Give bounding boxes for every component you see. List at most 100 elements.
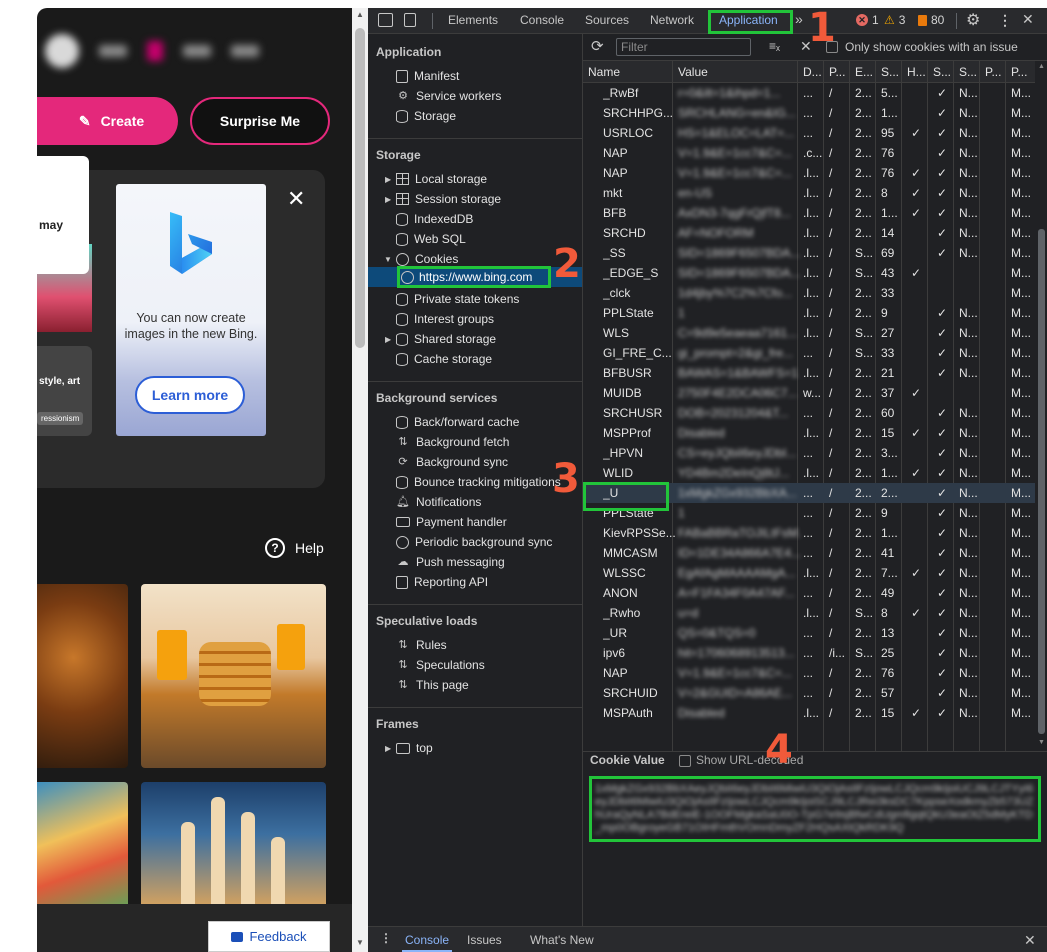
cookie-filter-input[interactable]: Filter	[616, 38, 751, 56]
table-row[interactable]: BFB AxDN3-7qgFrQjfT8... .l... / 2... 1... ✓ ✓ N.…	[583, 203, 1035, 223]
table-row[interactable]: MSPProf Disabled .l... / 2... 15 ✓ ✓ N... M...	[583, 423, 1035, 443]
create-button[interactable]: ✎ Create	[37, 97, 178, 145]
table-row[interactable]: SRCHUID V=2&GUID=A86AE...... / 2... 57 ✓ N... M…	[583, 683, 1035, 703]
sidebar-item-speculations[interactable]: ⇅ Speculations	[396, 655, 484, 675]
device-toolbar-icon[interactable]	[404, 13, 416, 27]
table-row[interactable]: MUIDB 2750F4E2DCA06C7... w... / 2... 37 ✓ M...	[583, 383, 1035, 403]
table-row[interactable]: _UR QS=0&TQS=0... / 2... 13 ✓ N... M...	[583, 623, 1035, 643]
scroll-down-icon[interactable]: ▼	[1038, 739, 1045, 746]
style-card[interactable]: style, art ressionism	[37, 346, 92, 436]
sidebar-item-session-storage[interactable]: Session storage	[396, 189, 501, 209]
collapse-arrow-icon[interactable]: ▼	[384, 255, 392, 264]
col-httponly[interactable]: H...	[907, 65, 926, 79]
table-row[interactable]: _RwBf r=0&ilt=1&ihpd=1...... / 2... 5... ✓ N..…	[583, 83, 1035, 103]
more-tabs-icon[interactable]: »	[795, 11, 803, 27]
sidebar-item-interest-groups[interactable]: Interest groups	[396, 309, 494, 329]
drawer-tab-issues[interactable]: Issues	[467, 933, 502, 947]
sidebar-item-this-page[interactable]: ⇅ This page	[396, 675, 468, 695]
table-row[interactable]: WLS C=9d9e5eaeaa7161... .l... / S... 27 ✓ N... M…	[583, 323, 1035, 343]
col-value[interactable]: Value	[678, 65, 708, 79]
sidebar-item-shared-storage[interactable]: Shared storage	[396, 329, 496, 349]
table-row[interactable]: NAP V=1.9&E=1cc7&C=...... / 2... 76 ✓ N... M...	[583, 663, 1035, 683]
generated-image-cornucopia[interactable]	[37, 584, 128, 768]
more-options-icon[interactable]: ⋮	[998, 12, 1012, 29]
table-row[interactable]: SRCHHPG... SRCHLANG=en&IG...... / 2... 1... ✓…	[583, 103, 1035, 123]
sidebar-item-bounce-tracking[interactable]: Bounce tracking mitigations	[396, 472, 561, 492]
sidebar-item-payment-handler[interactable]: Payment handler	[396, 512, 507, 532]
table-row[interactable]: _HPVN CS=eyJQbiI6eyJDbI...... / 2... 3... ✓ N.…	[583, 443, 1035, 463]
table-row[interactable]: NAP V=1.9&E=1cc7&C=... .l... / 2... 76 ✓ ✓ N... M…	[583, 163, 1035, 183]
generated-image-city[interactable]	[141, 782, 326, 912]
sidebar-item-cache-storage[interactable]: Cache storage	[396, 349, 492, 369]
scroll-up-icon[interactable]: ▲	[1038, 63, 1045, 70]
warning-counter[interactable]: ⚠ 3	[884, 13, 905, 27]
sidebar-item-local-storage[interactable]: Local storage	[396, 169, 487, 189]
expand-arrow-icon[interactable]: ▶	[385, 335, 391, 344]
table-row[interactable]: _Rwho u=d .l... / S... 8 ✓ ✓ N... M...	[583, 603, 1035, 623]
table-row[interactable]: _clck 1d4jby%7C2%7Cfo... .l... / 2... 33 M...	[583, 283, 1035, 303]
table-row[interactable]: GI_FRE_C... gi_prompt=2&gi_fre...... / S...…	[583, 343, 1035, 363]
tab-elements[interactable]: Elements	[448, 13, 498, 27]
scrollbar-thumb[interactable]	[355, 28, 365, 348]
clear-filtered-cookies-icon[interactable]: ≡ₓ	[769, 39, 780, 53]
sidebar-item-reporting-api[interactable]: Reporting API	[396, 572, 488, 592]
avatar[interactable]	[45, 34, 79, 68]
sidebar-item-service-workers[interactable]: ⚙ Service workers	[396, 86, 501, 106]
table-row[interactable]: MSPAuth Disabled .l... / 2... 15 ✓ ✓ N... M...	[583, 703, 1035, 723]
sidebar-item-background-fetch[interactable]: ⇅ Background fetch	[396, 432, 509, 452]
drawer-menu-icon[interactable]: ⋮	[380, 931, 392, 945]
table-row[interactable]: SRCHD AF=NOFORM .l... / 2... 14 ✓ N... M...	[583, 223, 1035, 243]
generated-image-landscape[interactable]	[37, 782, 128, 912]
table-row[interactable]: WLSSC EgAfAgMAAAAMgA... .l... / 2... 7... ✓ ✓ N.…	[583, 563, 1035, 583]
settings-gear-icon[interactable]: ⚙	[966, 10, 980, 30]
learn-more-button[interactable]: Learn more	[135, 376, 245, 414]
error-counter[interactable]: ✕ 1	[856, 13, 879, 27]
table-row[interactable]: PPLState 1 .l... / 2... 9 ✓ N... M...	[583, 303, 1035, 323]
table-scrollbar[interactable]: ▲ ▼	[1035, 61, 1047, 751]
scroll-down-icon[interactable]: ▼	[356, 938, 364, 947]
table-row[interactable]: _SS SID=1869F6507BDA... .l... / S... 69 ✓ N... M…	[583, 243, 1035, 263]
sidebar-item-top-frame[interactable]: top	[396, 738, 433, 758]
sidebar-item-web-sql[interactable]: Web SQL	[396, 229, 466, 249]
close-icon[interactable]: ✕	[57, 170, 74, 195]
col-expires[interactable]: E...	[855, 65, 873, 79]
table-row[interactable]: ANON A=F1FA34F0A47AF...... / 2... 49 ✓ N... M..…	[583, 583, 1035, 603]
sidebar-item-back-forward-cache[interactable]: Back/forward cache	[396, 412, 519, 432]
sidebar-item-manifest[interactable]: Manifest	[396, 66, 459, 86]
table-row[interactable]: mkt en-US .l... / 2... 8 ✓ ✓ N... M...	[583, 183, 1035, 203]
table-row[interactable]: WLID YD4Bm2DeInQj8tJ... .l... / 2... 1... ✓ ✓ N.…	[583, 463, 1035, 483]
sidebar-item-storage[interactable]: Storage	[396, 106, 456, 126]
col-domain[interactable]: D...	[803, 65, 822, 79]
expand-arrow-icon[interactable]: ▶	[385, 195, 391, 204]
expand-arrow-icon[interactable]: ▶	[385, 175, 391, 184]
col-priority[interactable]: P...	[1011, 65, 1027, 79]
table-row[interactable]: KievRPSSe... FABaBBRaTOJILtFsM...... / 2...…	[583, 523, 1035, 543]
tab-console[interactable]: Console	[520, 13, 564, 27]
sidebar-item-push-messaging[interactable]: ☁ Push messaging	[396, 552, 505, 572]
sidebar-item-indexeddb[interactable]: IndexedDB	[396, 209, 473, 229]
sidebar-item-rules[interactable]: ⇅ Rules	[396, 635, 446, 655]
drawer-tab-whats-new[interactable]: What's New	[530, 933, 594, 947]
page-scrollbar[interactable]: ▲ ▼	[352, 8, 368, 952]
table-row[interactable]: _EDGE_S SID=1869F6507BDA... .l... / S... 43 ✓ M…	[583, 263, 1035, 283]
table-row[interactable]: USRLOC HS=1&ELOC=LAT=...... / 2... 95 ✓ ✓ N... M…	[583, 123, 1035, 143]
sidebar-item-background-sync[interactable]: ⟳ Background sync	[396, 452, 508, 472]
table-row[interactable]: MMCASM ID=1DE34A866A7E4...... / 2... 41 ✓ N...…	[583, 543, 1035, 563]
table-row[interactable]: BFBUSR BAWAS=1&BAWFS=1 .l... / 2... 21 ✓ N... M.…	[583, 363, 1035, 383]
close-devtools-icon[interactable]: ✕	[1022, 11, 1034, 28]
rewards-icon[interactable]	[147, 41, 163, 61]
col-path[interactable]: P...	[829, 65, 845, 79]
inspect-element-icon[interactable]	[378, 13, 393, 27]
scrollbar-thumb[interactable]	[1038, 229, 1045, 734]
issues-counter[interactable]: 80	[918, 13, 944, 27]
surprise-me-button[interactable]: Surprise Me	[190, 97, 330, 145]
col-size[interactable]: S...	[881, 65, 899, 79]
close-drawer-icon[interactable]: ✕	[1024, 932, 1036, 949]
expand-arrow-icon[interactable]: ▶	[385, 744, 391, 753]
col-name[interactable]: Name	[588, 65, 620, 79]
tab-sources[interactable]: Sources	[585, 13, 629, 27]
feedback-button[interactable]: Feedback	[208, 921, 330, 952]
table-row[interactable]: ipv6 hit=1706068913513...... /i... S... 25 ✓ N…	[583, 643, 1035, 663]
col-partition-key[interactable]: P...	[985, 65, 1001, 79]
col-secure[interactable]: S...	[933, 65, 951, 79]
